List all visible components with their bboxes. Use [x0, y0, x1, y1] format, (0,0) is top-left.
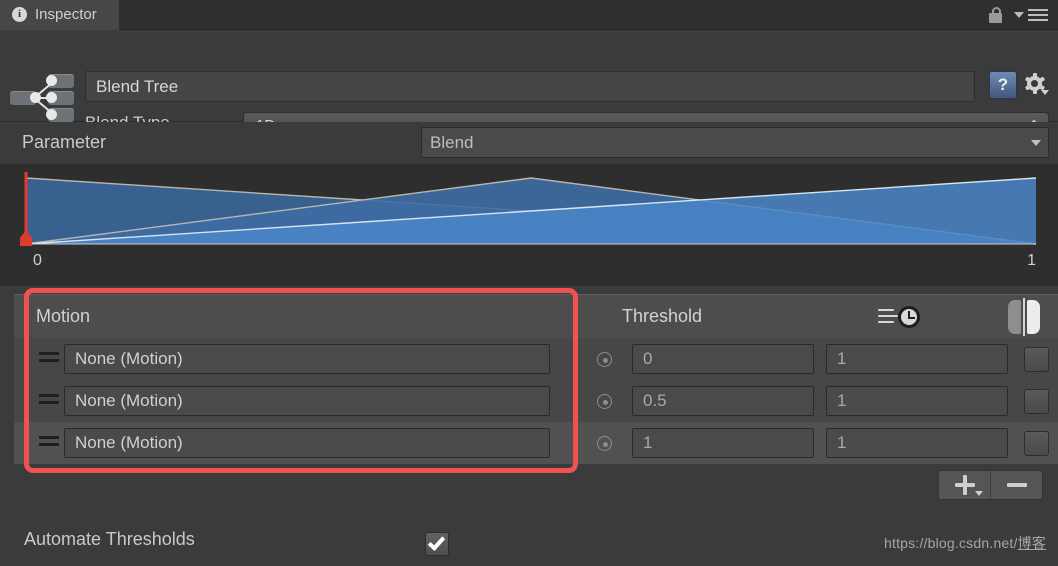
watermark-url: https://blog.csdn.net/ [884, 535, 1018, 551]
table-row[interactable]: None (Motion) 0 1 [14, 338, 1058, 380]
lock-icon[interactable] [989, 6, 1002, 23]
blend-tree-node-icon [10, 72, 74, 124]
blend-weight-graph[interactable]: 0 1 [0, 164, 1058, 286]
motion-object-value: None (Motion) [75, 433, 183, 452]
blend-tree-name-value: Blend Tree [96, 76, 179, 96]
mirror-checkbox[interactable] [1024, 431, 1049, 456]
motion-object-value: None (Motion) [75, 391, 183, 410]
threshold-value: 0 [643, 349, 653, 368]
motion-object-field[interactable]: None (Motion) [64, 386, 550, 416]
mirror-checkbox[interactable] [1024, 389, 1049, 414]
speed-value: 1 [837, 391, 847, 410]
threshold-value: 0.5 [643, 391, 667, 410]
motion-object-field[interactable]: None (Motion) [64, 344, 550, 374]
inspector-window: i Inspector Blend Tree ? Parameter Blend… [0, 0, 1058, 566]
table-row[interactable]: None (Motion) 1 1 [14, 422, 1058, 464]
speed-input[interactable]: 1 [826, 428, 1008, 458]
column-header-threshold: Threshold [622, 306, 703, 326]
motion-object-value: None (Motion) [75, 349, 183, 368]
motion-table-rows: None (Motion) 0 1 None (Motion) 0.5 1 No… [14, 338, 1058, 464]
drag-handle-icon[interactable] [39, 352, 59, 366]
blend-tree-header: Blend Tree ? Blend Type 1D [0, 30, 1058, 139]
blend-tree-name-input[interactable]: Blend Tree [85, 71, 975, 102]
checkmark-icon [427, 533, 446, 551]
automate-thresholds-label: Automate Thresholds [24, 529, 195, 549]
watermark: https://blog.csdn.net/博客 [884, 533, 1046, 553]
speed-input[interactable]: 1 [826, 344, 1008, 374]
parameter-label: Parameter [22, 132, 107, 152]
threshold-input[interactable]: 0.5 [632, 386, 814, 416]
motion-object-field[interactable]: None (Motion) [64, 428, 550, 458]
speed-value: 1 [837, 433, 847, 452]
tab-bar-actions [989, 6, 1058, 23]
drag-handle-icon[interactable] [39, 394, 59, 408]
column-header-motion: Motion [36, 306, 91, 326]
speed-clock-icon[interactable] [878, 300, 926, 334]
threshold-value: 1 [643, 433, 653, 452]
drag-handle-icon[interactable] [39, 436, 59, 450]
row-actions-toolbar [938, 470, 1043, 500]
gear-icon[interactable] [1023, 72, 1049, 98]
parameter-row: Parameter Blend [0, 122, 1058, 164]
chevron-down-icon [975, 491, 983, 496]
chevron-down-icon [1031, 139, 1041, 146]
help-button[interactable]: ? [989, 71, 1017, 99]
tab-bar: i Inspector [0, 0, 1058, 30]
hamburger-menu-icon[interactable] [1014, 8, 1048, 21]
tab-inspector[interactable]: i Inspector [0, 0, 119, 30]
add-motion-button[interactable] [939, 471, 990, 499]
remove-motion-button[interactable] [990, 471, 1042, 499]
blend-weight-graph-svg [20, 172, 1037, 246]
threshold-input[interactable]: 0 [632, 344, 814, 374]
graph-tick-min: 0 [33, 252, 42, 269]
help-label: ? [997, 75, 1009, 94]
watermark-cjk: 博客 [1017, 535, 1046, 551]
object-picker-icon[interactable] [597, 436, 612, 451]
graph-tick-max: 1 [1027, 252, 1036, 269]
table-row[interactable]: None (Motion) 0.5 1 [14, 380, 1058, 422]
mirror-humanoid-icon[interactable] [1008, 298, 1040, 336]
speed-value: 1 [837, 349, 847, 368]
object-picker-icon[interactable] [597, 352, 612, 367]
threshold-input[interactable]: 1 [632, 428, 814, 458]
parameter-value: Blend [430, 132, 474, 152]
tab-inspector-label: Inspector [35, 6, 97, 23]
automate-thresholds-checkbox[interactable] [425, 532, 449, 556]
parameter-dropdown[interactable]: Blend [421, 127, 1049, 158]
object-picker-icon[interactable] [597, 394, 612, 409]
info-icon: i [12, 7, 27, 22]
speed-input[interactable]: 1 [826, 386, 1008, 416]
mirror-checkbox[interactable] [1024, 347, 1049, 372]
